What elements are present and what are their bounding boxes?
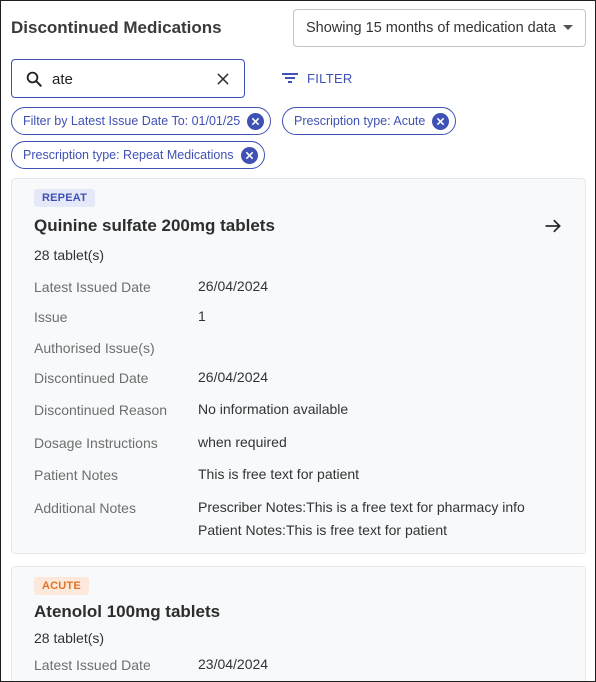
filter-chip-repeat: Prescription type: Repeat Medications — [11, 141, 265, 169]
search-icon — [26, 71, 42, 87]
field-value: No information available — [198, 401, 349, 417]
filter-chip-label: Prescription type: Repeat Medications — [23, 148, 234, 162]
field-value: This is free text for patient — [198, 466, 360, 482]
field-value: Patient Notes:This is free text for pati… — [198, 522, 448, 538]
field-label: Dosage Instructions — [34, 435, 158, 451]
prescription-type-badge: ACUTE — [34, 577, 89, 595]
medication-quantity: 28 tablet(s) — [34, 247, 105, 263]
medication-card[interactable]: ACUTE Atenolol 100mg tablets 28 tablet(s… — [11, 566, 586, 681]
prescription-type-badge: REPEAT — [34, 189, 96, 207]
field-label: Authorised Issue(s) — [34, 340, 155, 356]
filter-chip-acute: Prescription type: Acute — [282, 107, 457, 135]
filter-button-label: FILTER — [307, 70, 353, 86]
field-label: Latest Issued Date — [34, 657, 151, 673]
field-label: Additional Notes — [34, 500, 136, 516]
page-title: Discontinued Medications — [11, 18, 222, 37]
close-icon[interactable] — [215, 71, 231, 87]
discontinued-medications-panel: Discontinued Medications Showing 15 mont… — [0, 0, 596, 682]
filter-button[interactable]: FILTER — [281, 65, 353, 91]
field-value: 23/04/2024 — [198, 656, 269, 672]
filter-list-icon — [282, 73, 298, 83]
medication-name: Atenolol 100mg tablets — [34, 602, 221, 621]
search-field[interactable] — [11, 59, 245, 98]
field-value: 1 — [198, 308, 206, 324]
caret-down-icon — [563, 25, 573, 30]
field-value: 26/04/2024 — [198, 369, 269, 385]
field-label: Patient Notes — [34, 467, 119, 483]
arrow-right-icon[interactable] — [543, 216, 563, 236]
field-label: Issue — [34, 309, 68, 325]
chip-remove-icon[interactable] — [240, 146, 258, 164]
field-label: Discontinued Date — [34, 370, 149, 386]
filter-chip-latest-issue-date: Filter by Latest Issue Date To: 01/01/25 — [11, 107, 272, 135]
medication-card[interactable]: REPEAT Quinine sulfate 200mg tablets 28 … — [11, 178, 586, 554]
field-label: Latest Issued Date — [34, 279, 151, 295]
medication-quantity: 28 tablet(s) — [34, 630, 105, 646]
search-input[interactable] — [52, 68, 202, 90]
filter-chip-label: Filter by Latest Issue Date To: 01/01/25 — [23, 114, 241, 128]
chip-remove-icon[interactable] — [247, 112, 265, 130]
filter-chip-label: Prescription type: Acute — [294, 114, 426, 128]
field-label: Discontinued Reason — [34, 402, 168, 418]
date-range-select-value: Showing 15 months of medication data — [306, 20, 556, 36]
field-value: 26/04/2024 — [198, 278, 269, 294]
date-range-select[interactable]: Showing 15 months of medication data — [293, 9, 586, 47]
medication-name: Quinine sulfate 200mg tablets — [34, 216, 275, 235]
field-value: when required — [198, 434, 287, 450]
chip-remove-icon[interactable] — [432, 112, 450, 130]
field-value: Prescriber Notes:This is a free text for… — [198, 499, 525, 515]
